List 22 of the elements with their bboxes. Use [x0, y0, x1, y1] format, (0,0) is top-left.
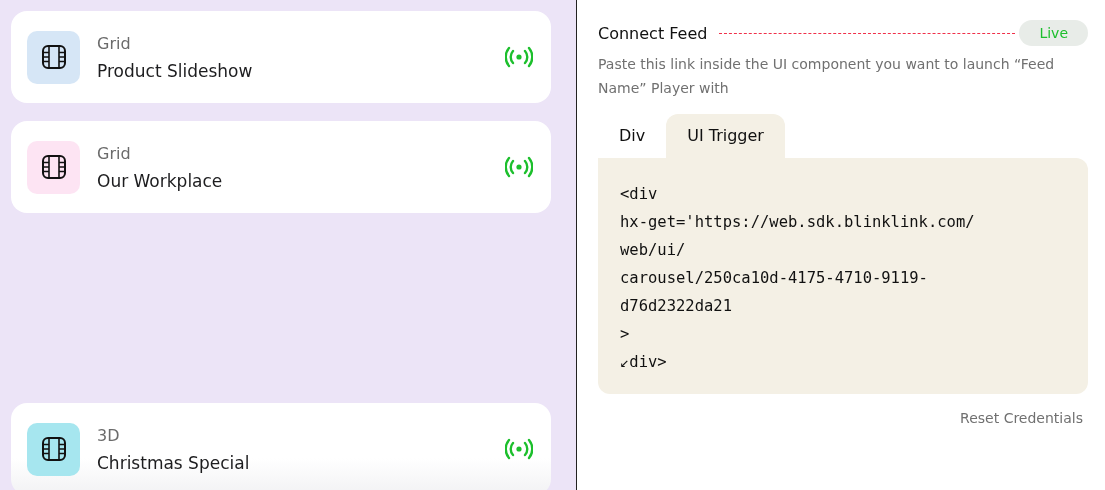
feed-name: Christmas Special: [97, 452, 251, 473]
feed-card[interactable]: Grid Product Slideshow: [11, 11, 551, 103]
feed-name: Product Slideshow: [97, 60, 254, 81]
code-line: >: [620, 324, 631, 345]
tab[interactable]: UI Trigger: [666, 114, 785, 158]
code-line: web/ui/: [620, 240, 687, 261]
description: Paste this link inside the UI component you want to launch “Feed Name” Player with: [598, 55, 1056, 98]
feed-name: Our Workplace: [97, 170, 224, 191]
code-line: hx-get='https://web.sdk.blinklink.com/: [620, 212, 976, 233]
feed-type: Grid: [97, 33, 132, 53]
code-line: carousel/250ca10d-4175-4710-9119-: [620, 268, 929, 289]
connect-title: Connect Feed: [598, 23, 708, 43]
feed-card[interactable]: 3D Christmas Special: [11, 403, 551, 490]
code-line: <div: [620, 184, 659, 205]
feed-type: Grid: [97, 143, 132, 163]
tab[interactable]: Div: [598, 114, 667, 158]
code-line: ↙div>: [620, 352, 668, 373]
reset-credentials-link[interactable]: Reset Credentials: [960, 410, 1083, 426]
code-line: d76d2322da21: [620, 296, 733, 317]
feed-card[interactable]: Grid Our Workplace: [11, 121, 551, 213]
status-badge: Live: [1019, 20, 1088, 46]
feed-type: 3D: [97, 425, 121, 445]
